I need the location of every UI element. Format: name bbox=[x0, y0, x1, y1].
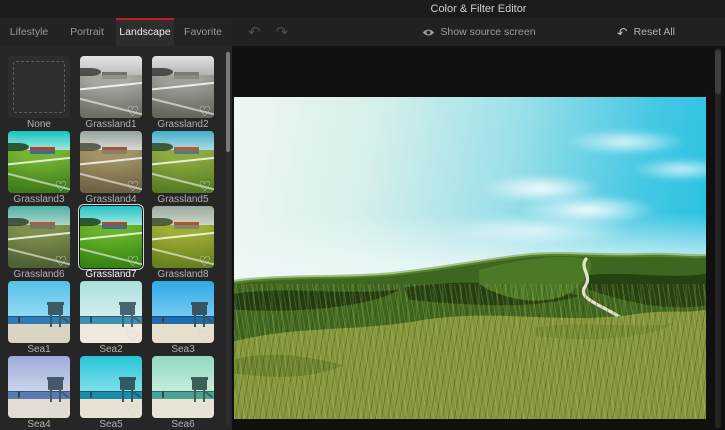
filter-name-label: Grassland2 bbox=[157, 119, 209, 130]
favorite-heart-icon[interactable]: ♡ bbox=[54, 403, 67, 418]
filters-grid: None ♡ Grassland1 ♡ Grassland2 ♡ Grassla… bbox=[0, 46, 232, 430]
filter-name-label: Sea4 bbox=[27, 419, 51, 430]
favorite-heart-icon[interactable]: ♡ bbox=[54, 178, 67, 193]
filters-panel: None ♡ Grassland1 ♡ Grassland2 ♡ Grassla… bbox=[0, 46, 232, 430]
filters-scrollbar[interactable] bbox=[226, 50, 230, 426]
filter-name-label: Sea6 bbox=[171, 419, 195, 430]
favorite-heart-icon[interactable]: ♡ bbox=[126, 178, 139, 193]
filter-tile-grassland3[interactable]: ♡ bbox=[8, 131, 70, 193]
filter-cell-grassland2: ♡ Grassland2 bbox=[152, 56, 214, 131]
filter-tile-none[interactable] bbox=[8, 56, 70, 118]
filter-name-label: Sea5 bbox=[99, 419, 123, 430]
tab-lifestyle[interactable]: Lifestyle bbox=[0, 18, 58, 46]
preview-scrollbar[interactable] bbox=[715, 48, 721, 428]
favorite-heart-icon[interactable]: ♡ bbox=[198, 403, 211, 418]
filter-tile-grassland6[interactable]: ♡ bbox=[8, 206, 70, 268]
tab-label: Landscape bbox=[119, 26, 171, 38]
reset-all-label: Reset All bbox=[633, 26, 675, 38]
filter-tile-grassland8[interactable]: ♡ bbox=[152, 206, 214, 268]
filter-cell-none: None bbox=[8, 56, 70, 131]
filter-cell-sea3: ♡ Sea3 bbox=[152, 281, 214, 356]
reset-icon: ↶ bbox=[614, 23, 630, 41]
filter-tile-grassland7[interactable]: ♡ bbox=[80, 206, 142, 268]
preview-scrollbar-thumb[interactable] bbox=[715, 50, 721, 94]
filter-cell-grassland1: ♡ Grassland1 bbox=[80, 56, 142, 131]
filter-name-label: Sea1 bbox=[27, 344, 51, 355]
filter-cell-grassland4: ♡ Grassland4 bbox=[80, 131, 142, 206]
filter-tile-sea5[interactable]: ♡ bbox=[80, 356, 142, 418]
window-title: Color & Filter Editor bbox=[430, 3, 527, 15]
favorite-heart-icon[interactable]: ♡ bbox=[126, 253, 139, 268]
eye-icon bbox=[422, 28, 434, 36]
filter-cell-sea2: ♡ Sea2 bbox=[80, 281, 142, 356]
filter-name-label: Grassland4 bbox=[85, 194, 137, 205]
filter-name-label: Grassland7 bbox=[85, 269, 137, 280]
history-controls: ↶ ↷ bbox=[248, 25, 288, 40]
preview-area bbox=[232, 46, 725, 430]
filter-name-label: None bbox=[27, 119, 51, 130]
tab-label: Portrait bbox=[70, 26, 104, 38]
favorite-heart-icon[interactable]: ♡ bbox=[198, 253, 211, 268]
tab-landscape[interactable]: Landscape bbox=[116, 18, 174, 46]
tab-bar: Lifestyle Portrait Landscape Favorite bbox=[0, 18, 232, 46]
undo-icon[interactable]: ↶ bbox=[248, 25, 261, 40]
favorite-heart-icon[interactable]: ♡ bbox=[198, 178, 211, 193]
show-source-button[interactable]: Show source screen bbox=[421, 26, 536, 38]
filter-tile-grassland2[interactable]: ♡ bbox=[152, 56, 214, 118]
filter-name-label: Grassland5 bbox=[157, 194, 209, 205]
favorite-heart-icon[interactable]: ♡ bbox=[54, 328, 67, 343]
main-row: None ♡ Grassland1 ♡ Grassland2 ♡ Grassla… bbox=[0, 46, 725, 430]
filter-cell-grassland3: ♡ Grassland3 bbox=[8, 131, 70, 206]
filter-name-label: Sea3 bbox=[171, 344, 195, 355]
tab-label: Lifestyle bbox=[9, 26, 49, 38]
filter-tile-grassland5[interactable]: ♡ bbox=[152, 131, 214, 193]
favorite-heart-icon[interactable]: ♡ bbox=[126, 328, 139, 343]
favorite-heart-icon[interactable]: ♡ bbox=[198, 328, 211, 343]
preview-photo bbox=[234, 97, 706, 419]
filter-cell-sea5: ♡ Sea5 bbox=[80, 356, 142, 430]
header-row: Lifestyle Portrait Landscape Favorite ↶ … bbox=[0, 18, 725, 46]
favorite-heart-icon[interactable]: ♡ bbox=[198, 103, 211, 118]
filter-tile-sea4[interactable]: ♡ bbox=[8, 356, 70, 418]
cloud bbox=[564, 129, 688, 155]
cloud bbox=[630, 158, 706, 181]
filter-tile-grassland1[interactable]: ♡ bbox=[80, 56, 142, 118]
reset-all-button[interactable]: ↶ Reset All bbox=[614, 23, 675, 41]
filter-name-label: Grassland6 bbox=[13, 269, 65, 280]
filter-tile-sea1[interactable]: ♡ bbox=[8, 281, 70, 343]
filter-cell-grassland6: ♡ Grassland6 bbox=[8, 206, 70, 281]
preview-toolbar: ↶ ↷ Show source screen ↶ Reset All bbox=[232, 18, 725, 46]
filter-cell-sea1: ♡ Sea1 bbox=[8, 281, 70, 356]
filter-name-label: Grassland8 bbox=[157, 269, 209, 280]
filters-scrollbar-thumb[interactable] bbox=[226, 52, 230, 152]
tab-favorite[interactable]: Favorite bbox=[174, 18, 232, 46]
filter-tile-sea3[interactable]: ♡ bbox=[152, 281, 214, 343]
tab-label: Favorite bbox=[184, 26, 222, 38]
favorite-heart-icon[interactable]: ♡ bbox=[126, 103, 139, 118]
filter-cell-sea6: ♡ Sea6 bbox=[152, 356, 214, 430]
filter-name-label: Sea2 bbox=[99, 344, 123, 355]
dunes-illustration bbox=[234, 251, 706, 419]
filter-name-label: Grassland3 bbox=[13, 194, 65, 205]
filter-cell-sea4: ♡ Sea4 bbox=[8, 356, 70, 430]
show-source-label: Show source screen bbox=[440, 26, 536, 38]
filter-tile-sea6[interactable]: ♡ bbox=[152, 356, 214, 418]
tab-portrait[interactable]: Portrait bbox=[58, 18, 116, 46]
filter-cell-grassland5: ♡ Grassland5 bbox=[152, 131, 214, 206]
filter-tile-sea2[interactable]: ♡ bbox=[80, 281, 142, 343]
redo-icon[interactable]: ↷ bbox=[276, 25, 289, 40]
filter-cell-grassland8: ♡ Grassland8 bbox=[152, 206, 214, 281]
title-bar: Color & Filter Editor bbox=[0, 0, 725, 18]
cloud bbox=[441, 216, 631, 246]
filter-name-label: Grassland1 bbox=[85, 119, 137, 130]
filter-tile-grassland4[interactable]: ♡ bbox=[80, 131, 142, 193]
color-filter-editor-window: Color & Filter Editor Lifestyle Portrait… bbox=[0, 0, 725, 430]
filter-cell-grassland7: ♡ Grassland7 bbox=[80, 206, 142, 281]
favorite-heart-icon[interactable]: ♡ bbox=[54, 253, 67, 268]
favorite-heart-icon[interactable]: ♡ bbox=[126, 403, 139, 418]
